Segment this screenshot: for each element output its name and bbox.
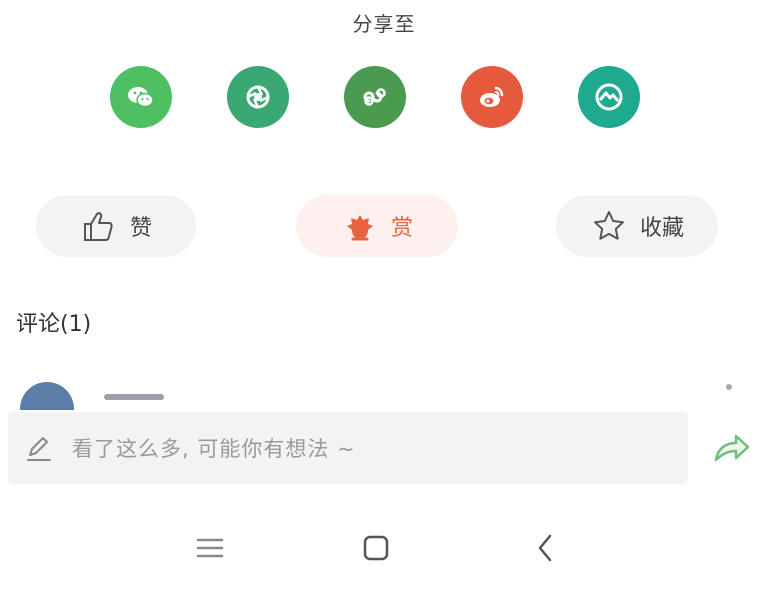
back-icon[interactable] <box>526 528 566 568</box>
weibo-icon <box>480 86 504 107</box>
moments-icon <box>246 85 270 109</box>
system-navbar <box>0 500 768 594</box>
share-targets <box>0 66 768 128</box>
forward-icon[interactable] <box>708 428 754 468</box>
like-button[interactable]: 赞 <box>36 195 196 257</box>
comment-input-bar: 看了这么多, 可能你有想法 ~ <box>0 410 768 500</box>
thumbs-up-icon <box>83 212 113 241</box>
reward-label: 赏 <box>390 216 413 241</box>
favorite-label: 收藏 <box>639 216 684 241</box>
avatar[interactable] <box>20 382 74 410</box>
menu-icon[interactable] <box>190 528 230 568</box>
share-weibo-button[interactable] <box>461 66 523 128</box>
star-icon <box>593 211 624 240</box>
comment-input[interactable]: 看了这么多, 可能你有想法 ~ <box>8 412 688 484</box>
share-moments-button[interactable] <box>227 66 289 128</box>
favorite-button[interactable]: 收藏 <box>556 195 718 257</box>
home-icon[interactable] <box>356 528 396 568</box>
share-wechat-button[interactable] <box>110 66 172 128</box>
wechat-icon <box>128 87 154 108</box>
share-mini-program-button[interactable] <box>344 66 406 128</box>
qzone-icon <box>595 83 623 111</box>
like-label: 赞 <box>129 216 152 241</box>
comments-title: 评论(1) <box>16 312 92 337</box>
comment-author-name <box>104 394 164 400</box>
more-dot-icon[interactable] <box>726 384 732 390</box>
comment-item <box>0 370 768 410</box>
reward-button[interactable]: 赏 <box>296 195 458 257</box>
share-title: 分享至 <box>352 12 416 36</box>
reward-icon <box>346 215 373 241</box>
share-qzone-button[interactable] <box>578 66 640 128</box>
mini-program-icon <box>363 88 386 106</box>
comment-input-placeholder: 看了这么多, 可能你有想法 ~ <box>72 437 356 461</box>
pencil-icon <box>27 437 51 461</box>
